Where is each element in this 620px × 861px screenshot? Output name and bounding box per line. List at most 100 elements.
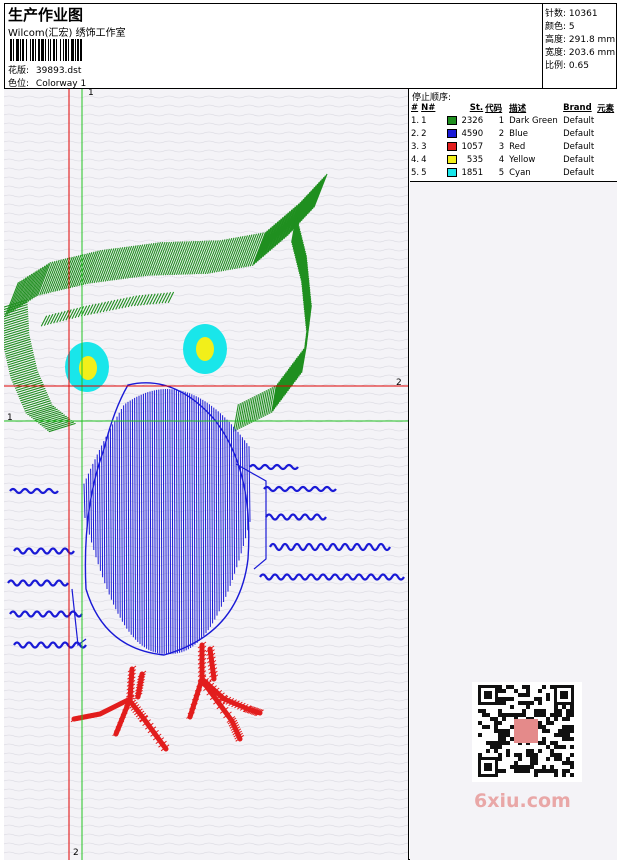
qr-module (542, 709, 546, 713)
right-eye-pupil (196, 337, 214, 361)
col-element: 元素 (597, 103, 615, 114)
row-n: 2 (421, 128, 427, 139)
qr-module (554, 713, 558, 717)
stat-stitches: 针数: 10361 (545, 9, 598, 19)
col-code: 代码 (485, 103, 503, 114)
qr-module (522, 693, 526, 697)
row-stitches: 2326 (446, 114, 484, 127)
qr-code-image (478, 685, 574, 777)
qr-module (530, 757, 534, 761)
row-code: 2 (498, 128, 505, 139)
qr-finder-core (484, 691, 492, 699)
qr-module (502, 697, 506, 701)
row-code: 5 (498, 167, 505, 178)
qr-module (570, 737, 574, 741)
qr-finder-core (560, 691, 568, 699)
qr-module (554, 753, 558, 757)
qr-module (566, 717, 570, 721)
qr-module (558, 745, 562, 749)
qr-module (494, 717, 498, 721)
qr-module (502, 689, 506, 693)
qr-module (562, 737, 566, 741)
qr-module (506, 697, 510, 701)
qr-module (502, 729, 506, 733)
qr-module (518, 713, 522, 717)
qr-module (478, 753, 482, 757)
qr-module (562, 733, 566, 737)
row-brand: Default (563, 141, 595, 152)
qr-module (526, 769, 530, 773)
qr-module (534, 697, 538, 701)
company-name: Wilcom(汇宏) 绣饰工作室 (8, 28, 126, 39)
colorway-label: 色位: (8, 79, 30, 89)
qr-module (502, 737, 506, 741)
qr-module (530, 753, 534, 757)
col-stitches: St. (469, 102, 484, 113)
col-brand: Brand (563, 102, 592, 113)
design-value: 39893.dst (35, 66, 82, 76)
guide-label-v-bottom: 2 (73, 848, 79, 858)
qr-module (554, 709, 558, 713)
qr-module (542, 737, 546, 741)
qr-module (554, 769, 558, 773)
qr-module (554, 717, 558, 721)
design-canvas: 1 2 2 1 (4, 89, 409, 860)
color-swatch (447, 115, 458, 125)
barcode (10, 39, 124, 61)
row-desc: Cyan (509, 167, 531, 178)
qr-module (534, 713, 538, 717)
row-brand: Default (563, 167, 595, 178)
col-n: N# (421, 102, 436, 113)
row-n: 3 (421, 141, 427, 152)
row-brand: Default (563, 128, 595, 139)
row-num: 1. (411, 115, 420, 126)
qr-module (542, 685, 546, 689)
right-wing-line-1 (249, 463, 299, 471)
qr-module (498, 721, 502, 725)
right-wing-line-3 (265, 513, 327, 521)
qr-module (510, 705, 514, 709)
qr-module (546, 693, 550, 697)
qr-module (498, 737, 502, 741)
qr-module (510, 725, 514, 729)
row-brand: Default (563, 115, 595, 126)
qr-module (522, 765, 526, 769)
row-desc: Yellow (509, 154, 536, 165)
row-num: 2. (411, 128, 420, 139)
right-wing-line-5 (259, 573, 405, 581)
row-n: 1 (421, 115, 427, 126)
qr-module (554, 745, 558, 749)
qr-module (498, 709, 502, 713)
row-element (596, 140, 616, 153)
qr-module (478, 721, 482, 725)
qr-module (522, 685, 526, 689)
qr-module (482, 713, 486, 717)
qr-module (494, 721, 498, 725)
qr-module (498, 733, 502, 737)
qr-module (542, 741, 546, 745)
qr-module (498, 713, 502, 717)
colorway-row: 色位: Colorway 1 (8, 76, 86, 89)
row-brand: Default (563, 154, 595, 165)
row-desc: Dark Green (509, 115, 558, 126)
qr-module (498, 741, 502, 745)
qr-module (482, 709, 486, 713)
qr-module (498, 685, 502, 689)
qr-module (478, 733, 482, 737)
qr-module (498, 729, 502, 733)
qr-module (534, 757, 538, 761)
left-wing-line-2 (13, 547, 75, 555)
qr-module (506, 753, 510, 757)
row-num: 4. (411, 154, 420, 165)
qr-module (550, 765, 554, 769)
color-swatch (447, 167, 458, 177)
qr-module (538, 689, 542, 693)
qr-module (502, 713, 506, 717)
qr-module (538, 701, 542, 705)
qr-module (554, 773, 558, 777)
qr-module (538, 709, 542, 713)
qr-module (566, 713, 570, 717)
qr-module (562, 773, 566, 777)
qr-module (570, 729, 574, 733)
qr-module (514, 765, 518, 769)
